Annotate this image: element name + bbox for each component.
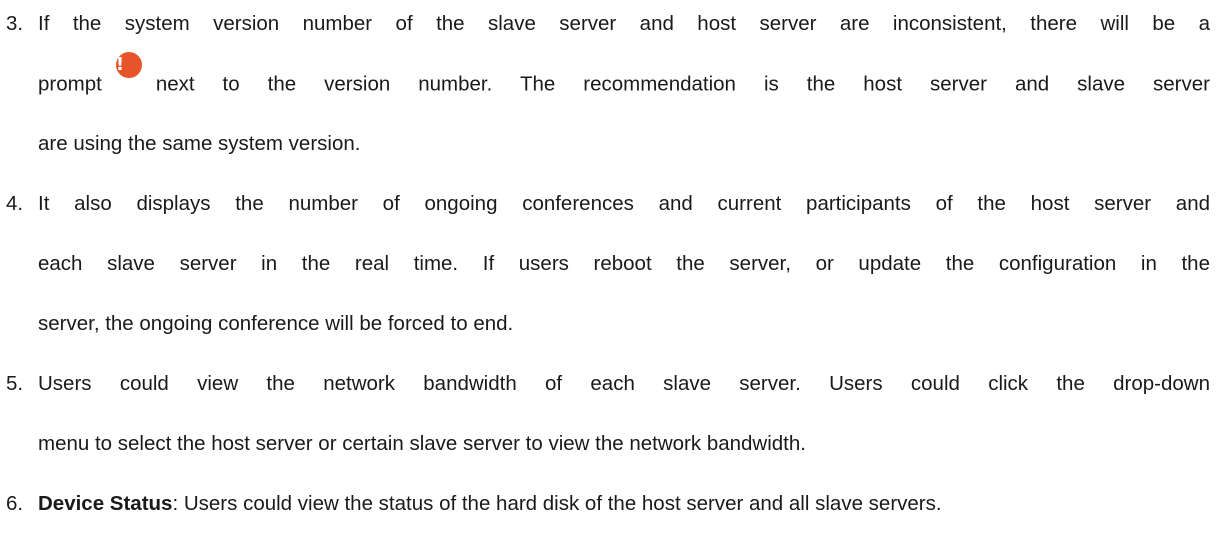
item-text-line: are using the same system version. [38,132,361,155]
item-text-line: If the system version number of the slav… [38,12,1210,35]
item-text-line: Users could view the network bandwidth o… [38,372,1210,395]
exclamation-warning-icon: ! [115,52,142,78]
item-text-line: server, the ongoing conference will be f… [38,312,514,335]
item-text-line: Device Status: Users could view the stat… [38,492,942,516]
item-number: 6. [6,492,24,515]
item-text-line: menu to select the host server or certai… [38,432,806,455]
item-text-line: each slave server in the real time. If u… [38,252,1210,275]
item-text: : Users could view the status of the har… [172,492,942,515]
device-status-term: Device Status [38,492,173,515]
numbered-list: 3. If the system version number of the s… [0,0,1220,555]
item-text: prompt [38,72,102,96]
item-number: 3. [6,12,24,35]
item-text: next to the version number. The recommen… [155,72,1210,96]
item-number: 5. [6,372,24,395]
item-text-line: It also displays the number of ongoing c… [38,192,1210,215]
item-number: 4. [6,192,24,215]
item-text-line: prompt! next to the version number. The r… [38,52,1210,98]
